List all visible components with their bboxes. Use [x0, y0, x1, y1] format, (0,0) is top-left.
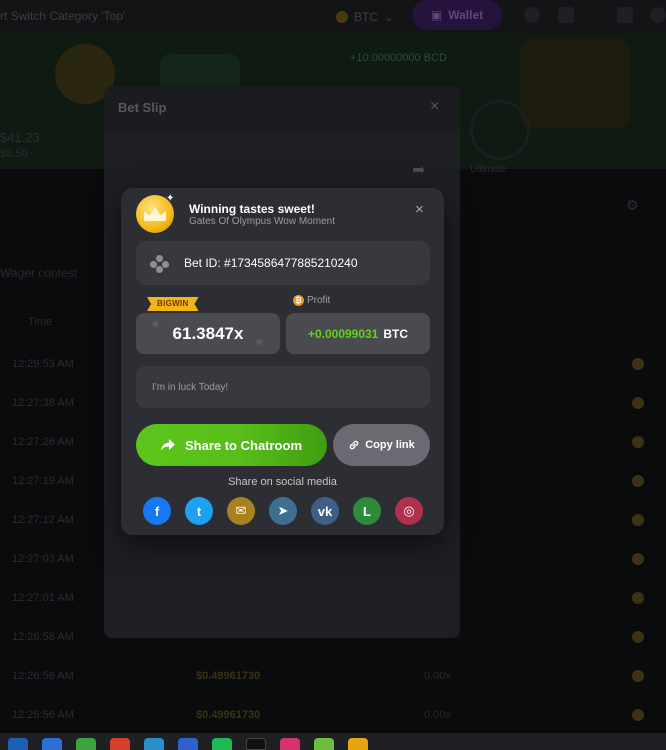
- app-icon[interactable]: [280, 738, 300, 750]
- instagram-icon[interactable]: ◎: [395, 497, 423, 525]
- bg-amount-small: $8.50: [0, 148, 28, 160]
- telegram-icon[interactable]: ➤: [269, 497, 297, 525]
- facebook-icon[interactable]: f: [143, 497, 171, 525]
- chrome-icon[interactable]: [348, 738, 368, 750]
- os-taskbar: [0, 733, 666, 750]
- row-time: 12:26:58 AM: [12, 631, 74, 643]
- screen: rt Switch Category 'Top' BTC ⌄ ▣ Wallet …: [0, 0, 666, 750]
- profit-box: +0.00099031 BTC: [286, 313, 430, 354]
- banner-text: +10.00000000 BCD: [350, 52, 447, 64]
- coin-icon: [632, 436, 644, 448]
- wager-contest-tab[interactable]: Wager contest: [0, 266, 77, 280]
- app-icon[interactable]: [42, 738, 62, 750]
- app-icon[interactable]: [178, 738, 198, 750]
- wallet-label: Wallet: [448, 8, 484, 22]
- close-icon[interactable]: ×: [415, 202, 424, 217]
- globe-icon[interactable]: [524, 7, 540, 23]
- row-time: 12:27:01 AM: [12, 592, 74, 604]
- browser-icon[interactable]: [144, 738, 164, 750]
- chevron-down-icon: ⌄: [384, 10, 395, 24]
- profit-currency: BTC: [383, 326, 409, 341]
- table-row: 12:26:56 AM $0.49961730 0.00x: [0, 658, 666, 696]
- start-icon[interactable]: [8, 738, 28, 750]
- bet-id-icon: [150, 255, 170, 273]
- avatar[interactable]: [650, 7, 666, 23]
- multiplier-box: ★ ★ 61.3847x: [136, 313, 280, 354]
- coin-icon: [632, 358, 644, 370]
- profit-value-row: +0.00099031 BTC: [286, 313, 430, 354]
- share-to-chatroom-button[interactable]: Share to Chatroom: [136, 424, 327, 466]
- email-icon[interactable]: ✉: [227, 497, 255, 525]
- currency-label: BTC: [354, 10, 378, 24]
- spotify-icon[interactable]: [212, 738, 232, 750]
- message-field[interactable]: [136, 366, 430, 408]
- btc-coin-icon: ₿: [293, 295, 304, 306]
- row-time: 12:27:26 AM: [12, 436, 74, 448]
- settings-icon[interactable]: ⚙: [626, 197, 639, 214]
- time-column-header: Time: [28, 316, 53, 328]
- row-time: 12:27:38 AM: [12, 397, 74, 409]
- coin-icon: [632, 670, 644, 682]
- social-share-row: f t ✉ ➤ vk L ◎: [143, 497, 423, 525]
- row-time: 12:27:03 AM: [12, 553, 74, 565]
- coin-icon: [632, 475, 644, 487]
- row-amount: $0.49961730: [196, 709, 261, 721]
- row-time: 12:26:56 AM: [12, 670, 74, 682]
- copy-button-label: Copy link: [365, 439, 415, 451]
- twitter-icon[interactable]: t: [185, 497, 213, 525]
- vk-icon[interactable]: vk: [311, 497, 339, 525]
- coin-icon: [632, 709, 644, 721]
- row-time: 12:29:53 AM: [12, 358, 74, 370]
- coin-icon: [632, 514, 644, 526]
- wallet-icon: ▣: [430, 8, 443, 22]
- app-icon[interactable]: [76, 738, 96, 750]
- link-icon: [349, 440, 359, 450]
- coin-icon: [632, 553, 644, 565]
- line-icon[interactable]: L: [353, 497, 381, 525]
- row-multiplier: 0.00x: [424, 670, 451, 682]
- share-modal: ✦ Winning tastes sweet! Gates Of Olympus…: [121, 188, 444, 535]
- wallet-button[interactable]: ▣ Wallet: [412, 0, 502, 30]
- row-time: 12:27:19 AM: [12, 475, 74, 487]
- bg-amount: $41.23: [0, 130, 40, 145]
- share-icon[interactable]: ➦: [412, 160, 425, 180]
- top-bar: rt Switch Category 'Top' BTC ⌄ ▣ Wallet: [0, 0, 666, 34]
- inbox-icon[interactable]: [617, 7, 633, 23]
- bigwin-badge: BIGWIN: [147, 297, 199, 311]
- bet-id-row: Bet ID: #1734586477885210240: [136, 241, 430, 285]
- coin-icon: [632, 631, 644, 643]
- bg-ultimate-badge: [470, 100, 530, 160]
- breadcrumb[interactable]: rt Switch Category 'Top': [0, 9, 125, 23]
- coin-icon: [632, 397, 644, 409]
- bet-id-text: Bet ID: #1734586477885210240: [184, 256, 358, 270]
- bg-ultimate-label: Ultimate: [470, 164, 507, 175]
- table-row: 12:26:56 AM $0.49961730 0.00x: [0, 697, 666, 735]
- social-label: Share on social media: [228, 476, 337, 488]
- profit-value: +0.00099031: [307, 326, 379, 341]
- message-input[interactable]: [136, 366, 430, 408]
- row-time: 12:27:12 AM: [12, 514, 74, 526]
- profit-label-row: ₿ Profit: [293, 295, 330, 306]
- bet-slip-title: Bet Slip: [118, 100, 167, 115]
- modal-title: Winning tastes sweet!: [189, 202, 315, 216]
- modal-subtitle: Gates Of Olympus Wow Moment: [189, 216, 335, 227]
- terminal-icon[interactable]: [246, 738, 266, 750]
- menu-icon[interactable]: [558, 7, 574, 23]
- bet-slip-close-icon[interactable]: ×: [430, 98, 439, 116]
- btc-coin-icon: [336, 11, 348, 23]
- app-icon[interactable]: [314, 738, 334, 750]
- copy-link-button[interactable]: Copy link: [333, 424, 430, 466]
- multiplier-value: 61.3847x: [172, 323, 244, 343]
- row-time: 12:26:56 AM: [12, 709, 74, 721]
- bet-slip-header: Bet Slip ×: [104, 86, 460, 130]
- row-multiplier: 0.00x: [424, 709, 451, 721]
- row-amount: $0.49961730: [196, 670, 261, 682]
- share-arrow-icon: [160, 439, 175, 451]
- currency-selector[interactable]: BTC ⌄: [336, 6, 394, 28]
- win-badge-icon: ✦: [136, 193, 174, 233]
- share-button-label: Share to Chatroom: [184, 437, 302, 453]
- profit-label: Profit: [307, 295, 331, 306]
- app-icon[interactable]: [110, 738, 130, 750]
- coin-icon: [632, 592, 644, 604]
